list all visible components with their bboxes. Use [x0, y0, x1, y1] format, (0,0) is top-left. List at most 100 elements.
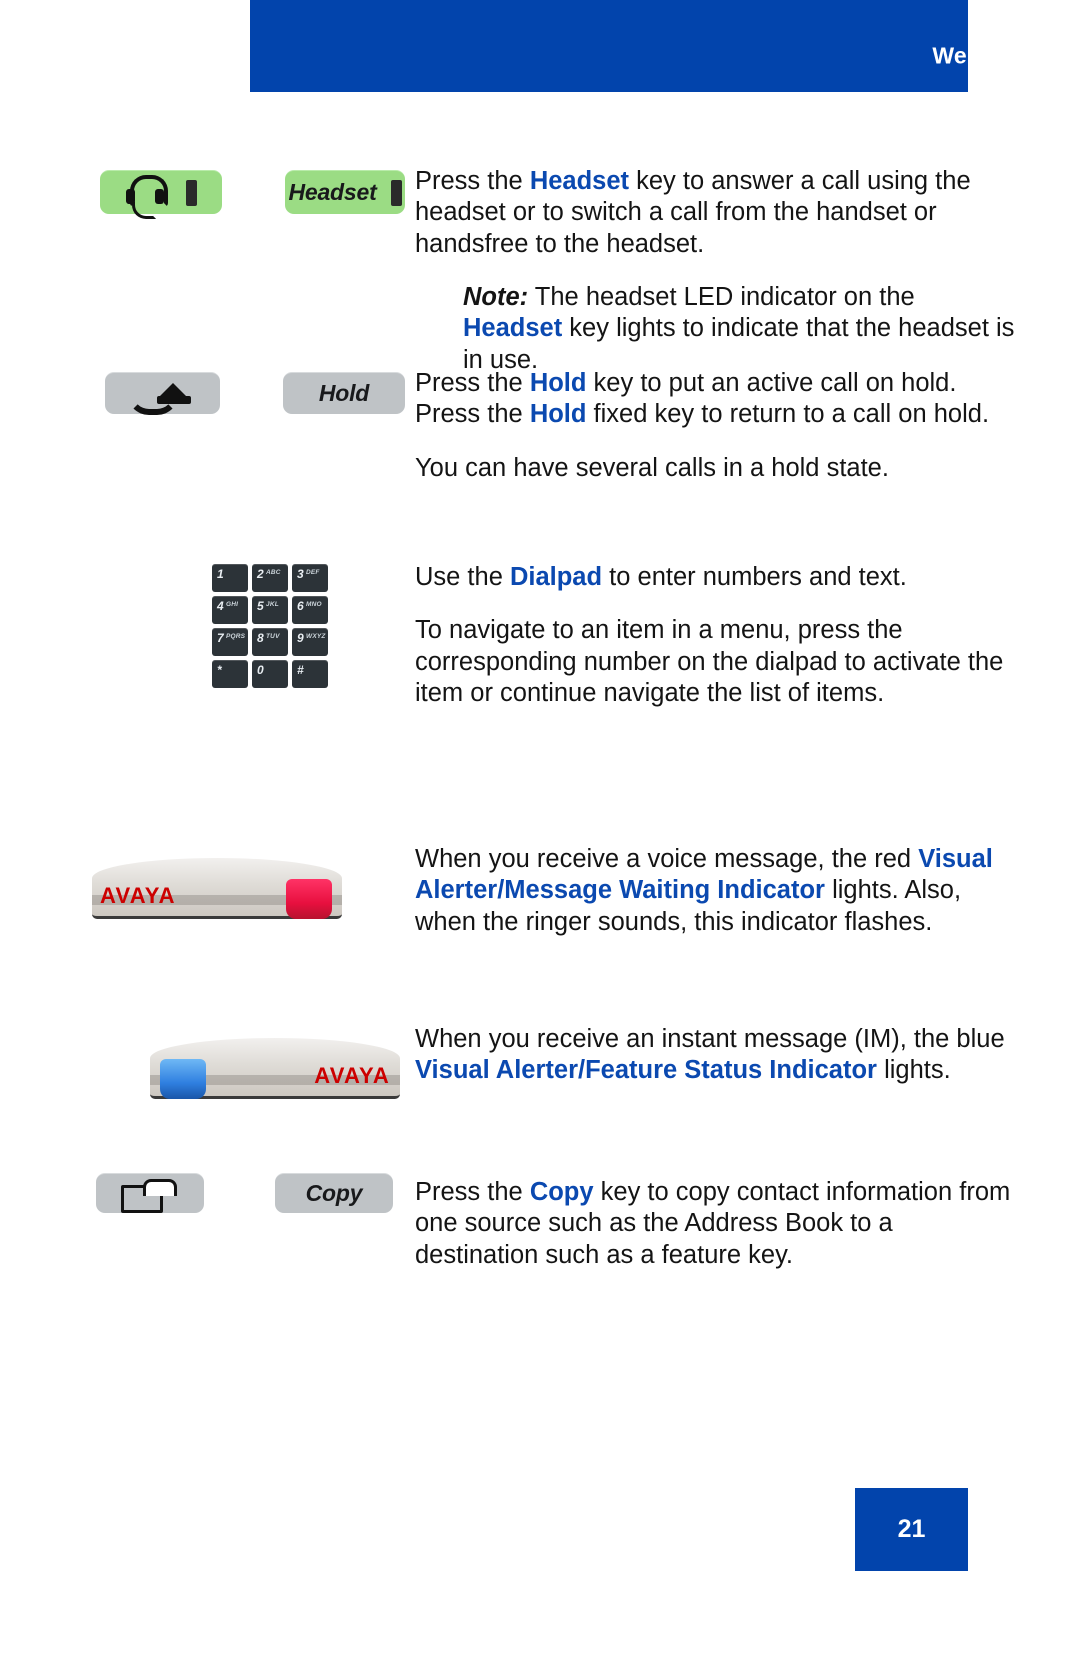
copy-key-label: Copy — [305, 1180, 363, 1206]
section-hold: Hold Press the Hold key to put an active… — [0, 342, 1080, 542]
copy-text-key[interactable]: Copy — [275, 1173, 393, 1213]
dialpad-key[interactable]: 4 GHI — [212, 596, 248, 624]
dialpad-key-number: 4 — [217, 599, 224, 613]
headset-key-label: Headset — [288, 179, 377, 205]
hold-paragraph-2: You can have several calls in a hold sta… — [415, 453, 889, 482]
dialpad-paragraph-2: To navigate to an item in a menu, press … — [415, 616, 1004, 708]
dialpad-key-letters: PQRS — [226, 633, 246, 640]
dialpad-key-letters: MNO — [306, 601, 322, 608]
hold-text-key[interactable]: Hold — [283, 372, 405, 414]
headset-led-indicator — [185, 179, 197, 206]
headset-art: Headset — [0, 92, 415, 219]
dialpad-key-number: 7 — [217, 631, 224, 645]
dialpad-text: Use the Dialpad to enter numbers and tex… — [415, 542, 1080, 715]
copy-icon — [121, 1178, 179, 1213]
text-run: Press the — [415, 369, 530, 397]
page-number: 21 — [897, 1515, 926, 1543]
dialpad-key-number: 3 — [297, 567, 304, 581]
section-visual-alerter-feature-status: AVAYA When you receive an instant messag… — [0, 1012, 1080, 1177]
text-run: fixed key to return to a call on hold. — [586, 400, 990, 429]
page-footer-bar: 21 — [855, 1488, 968, 1571]
phone-photo-blue-indicator: AVAYA — [150, 1024, 400, 1099]
hold-icon — [126, 381, 199, 415]
dialpad-key[interactable]: # — [292, 660, 328, 688]
dialpad-key-letters: DEF — [306, 569, 320, 576]
headset-icon-key[interactable] — [100, 170, 222, 219]
dialpad-key[interactable]: 2 ABC — [252, 564, 288, 592]
dialpad-key[interactable]: 3 DEF — [292, 564, 328, 592]
feature-status-art: AVAYA — [0, 1012, 415, 1099]
mwi-text: When you receive a voice message, the re… — [415, 832, 1080, 944]
headset-key-led — [390, 179, 402, 206]
headset-icon — [125, 173, 172, 219]
phone-photo-red-indicator: AVAYA — [92, 844, 342, 919]
feature-status-text: When you receive an instant message (IM)… — [415, 1012, 1080, 1093]
text-run: Press the — [415, 167, 530, 195]
dialpad-key-number: 2 — [257, 567, 264, 581]
copy-text: Press the Copy key to copy contact infor… — [415, 1177, 1080, 1277]
text-run: The headset LED indicator on the — [528, 283, 915, 312]
dialpad-key[interactable]: 7 PQRS — [212, 628, 248, 656]
dialpad-key[interactable]: 9 WXYZ — [292, 628, 328, 656]
copy-icon-key[interactable] — [96, 1173, 204, 1213]
dialpad-key[interactable]: 6 MNO — [292, 596, 328, 624]
dialpad-key-number: 8 — [257, 631, 264, 645]
text-run: When you receive an instant message (IM)… — [415, 1025, 1005, 1053]
avaya-logo: AVAYA — [100, 883, 176, 908]
section-copy: Copy Press the Copy key to copy contact … — [0, 1173, 1080, 1357]
headset-paragraph: Press the Headset key to answer a call u… — [415, 166, 1020, 260]
hold-key-label: Hold — [318, 380, 370, 406]
dialpad-image[interactable]: 1 2 ABC 3 DEF 4 GHI 5 JKL 6 MNO 7 PQRS 8 TUV 9W… — [212, 564, 328, 688]
mwi-art: AVAYA — [0, 832, 415, 919]
text-run: to enter numbers and text. — [602, 563, 907, 591]
copy-paragraph: Press the Copy key to copy contact infor… — [415, 1177, 1020, 1271]
dialpad-key[interactable]: 5 JKL — [252, 596, 288, 624]
dialpad-key-number: 0 — [257, 663, 264, 677]
dialpad-key-number: 1 — [217, 567, 224, 581]
copy-art: Copy — [0, 1173, 415, 1213]
keyword-hold: Hold — [529, 369, 587, 397]
keyword-copy: Copy — [529, 1178, 594, 1206]
dialpad-key[interactable]: 0 — [252, 660, 288, 688]
text-run: Press the — [415, 1178, 530, 1206]
keyword-headset: Headset — [529, 167, 630, 195]
avaya-logo: AVAYA — [314, 1063, 390, 1088]
dialpad-key-number: 5 — [257, 599, 264, 613]
keyword-dialpad: Dialpad — [509, 563, 603, 591]
dialpad-key-letters: GHI — [226, 601, 239, 608]
dialpad-key[interactable]: * — [212, 660, 248, 688]
dialpad-key-letters: TUV — [266, 633, 280, 640]
page-header-bar — [250, 0, 968, 92]
dialpad-key-number: * — [217, 663, 222, 677]
section-dialpad: 1 2 ABC 3 DEF 4 GHI 5 JKL 6 MNO 7 PQRS 8 TUV 9W… — [0, 542, 1080, 832]
text-run: Use the — [415, 563, 510, 591]
hold-icon-key[interactable] — [105, 372, 220, 415]
dialpad-key-number: 6 — [297, 599, 304, 613]
hold-art: Hold — [0, 342, 415, 415]
headset-text: Press the Headset key to answer a call u… — [415, 92, 1080, 376]
dialpad-paragraph-1: Use the Dialpad to enter numbers and tex… — [415, 562, 1020, 593]
keyword-headset: Headset — [463, 314, 563, 343]
dialpad-key-number: # — [297, 663, 304, 677]
dialpad-key-number: 9 — [297, 631, 304, 645]
section-visual-alerter-mwi: AVAYA When you receive a voice message, … — [0, 832, 1080, 1012]
headset-text-key[interactable]: Headset — [285, 170, 405, 214]
dialpad-key[interactable]: 1 — [212, 564, 248, 592]
mwi-paragraph: When you receive a voice message, the re… — [415, 844, 1020, 938]
dialpad-key[interactable]: 8 TUV — [252, 628, 288, 656]
hold-text: Press the Hold key to put an active call… — [415, 342, 1080, 490]
keyword-hold: Hold — [529, 400, 587, 429]
hold-paragraph-1: Press the Hold key to put an active call… — [415, 368, 1020, 431]
section-headset: Headset Press the Headset key to answer … — [0, 92, 1080, 374]
dialpad-key-letters: JKL — [266, 601, 279, 608]
feature-status-paragraph: When you receive an instant message (IM)… — [415, 1024, 1020, 1087]
dialpad-art: 1 2 ABC 3 DEF 4 GHI 5 JKL 6 MNO 7 PQRS 8 TUV 9W… — [0, 542, 415, 688]
dialpad-key-letters: WXYZ — [306, 633, 326, 640]
visual-alerter-blue — [160, 1059, 206, 1099]
text-run: lights. — [876, 1056, 951, 1085]
page-content: Headset Press the Headset key to answer … — [0, 92, 1080, 1357]
visual-alerter-red — [286, 879, 332, 919]
text-run: When you receive a voice message, the re… — [415, 845, 919, 873]
page-title: Welcome — [932, 42, 1035, 69]
note-label: Note: — [463, 283, 529, 312]
